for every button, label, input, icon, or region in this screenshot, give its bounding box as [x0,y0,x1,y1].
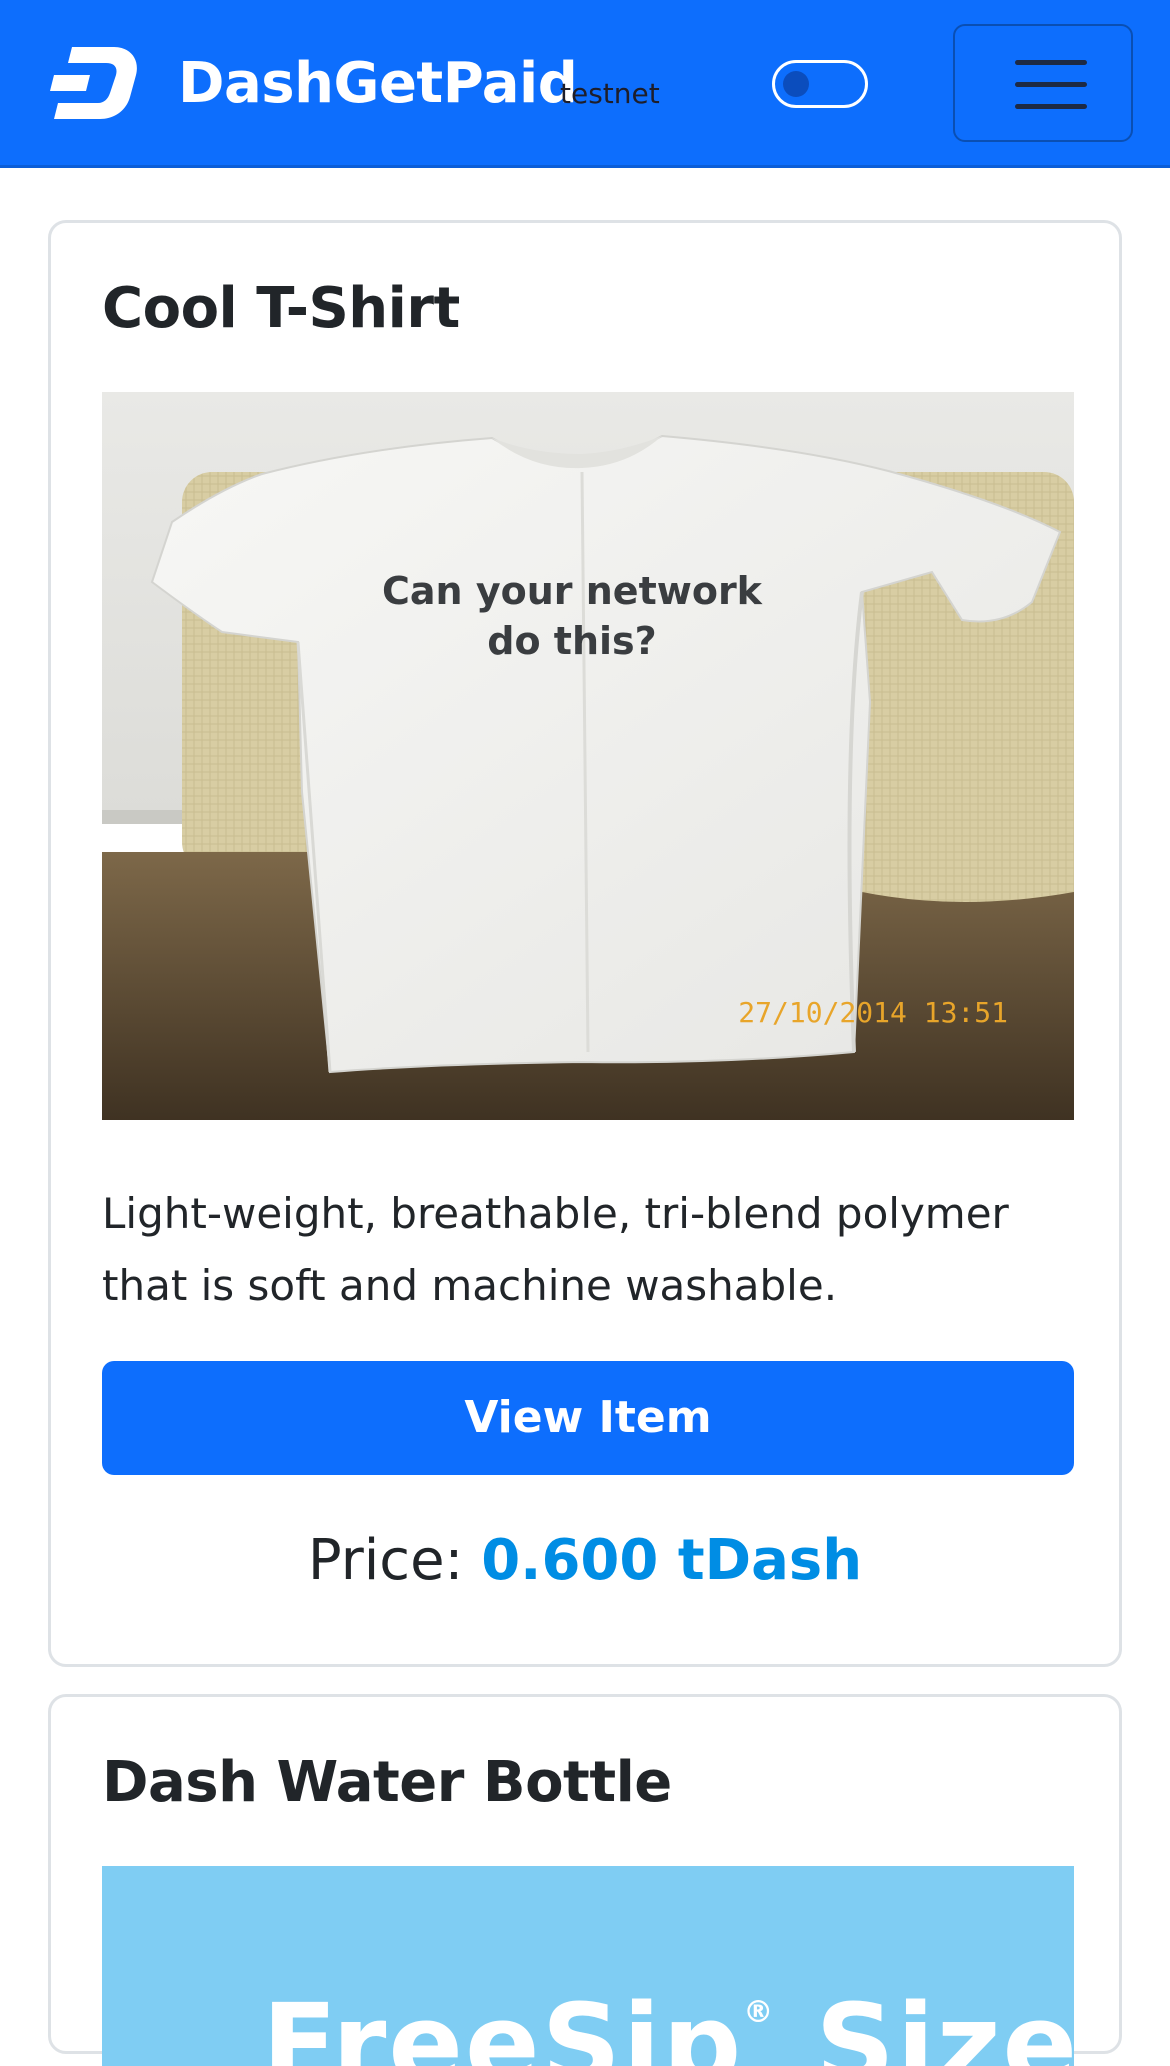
product-card: Cool T-Shirt Can your network do this? 2… [48,220,1122,1667]
theme-toggle-switch[interactable] [772,60,868,108]
shirt-print-line-2: do this? [487,619,656,663]
menu-toggle-button[interactable] [953,24,1133,142]
navbar: DashGetPaid testnet [0,0,1170,168]
shirt-print-line-1: Can your network [382,569,763,613]
tshirt-photo: Can your network do this? 27/10/2014 13:… [102,392,1074,1120]
view-item-button[interactable]: View Item [102,1361,1074,1475]
network-label: testnet [560,77,660,110]
price-value: 0.600 tDash [481,1528,863,1593]
product-title: Dash Water Bottle [102,1750,672,1815]
product-image: FreeSip® Sizes [102,1866,1074,2066]
toggle-knob [783,71,809,97]
price-row: Price: 0.600 tDash [51,1525,1119,1597]
dash-logo-icon[interactable] [50,47,138,119]
product-image: Can your network do this? 27/10/2014 13:… [102,392,1074,1120]
bottle-image-text: FreeSip® Sizes [262,1980,1074,2066]
photo-date-stamp: 27/10/2014 13:51 [738,996,1008,1029]
brand-name[interactable]: DashGetPaid [178,48,578,120]
product-card: Dash Water Bottle FreeSip® Sizes [48,1694,1122,2066]
product-title: Cool T-Shirt [102,276,460,341]
price-label: Price: [307,1528,464,1593]
product-description: Light-weight, breathable, tri-blend poly… [102,1189,1009,1310]
